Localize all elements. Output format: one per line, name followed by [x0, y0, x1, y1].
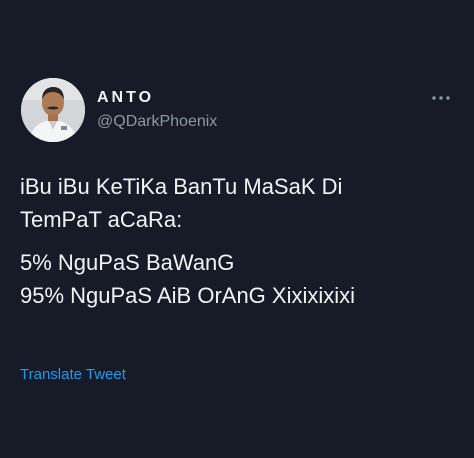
profile-photo-icon: [21, 78, 85, 142]
avatar[interactable]: [21, 78, 85, 142]
more-horizontal-icon: [432, 96, 450, 100]
more-options-button[interactable]: [428, 88, 458, 108]
username-handle[interactable]: @QDarkPhoenix: [97, 113, 217, 131]
tweet-card: ANTO @QDarkPhoenix iBu iBu KeTiKa BanTu …: [0, 0, 474, 458]
tweet-line: TemPaT aCaRa:: [20, 207, 183, 232]
display-name[interactable]: ANTO: [97, 89, 154, 107]
translate-tweet-link[interactable]: Translate Tweet: [20, 366, 126, 383]
tweet-line: iBu iBu KeTiKa BanTu MaSaK Di: [20, 174, 343, 199]
tweet-text: iBu iBu KeTiKa BanTu MaSaK Di TemPaT aCa…: [20, 170, 460, 312]
tweet-line: 95% NguPaS AiB OrAnG Xixixixixi: [20, 283, 356, 308]
tweet-line: 5% NguPaS BaWanG: [20, 250, 235, 275]
